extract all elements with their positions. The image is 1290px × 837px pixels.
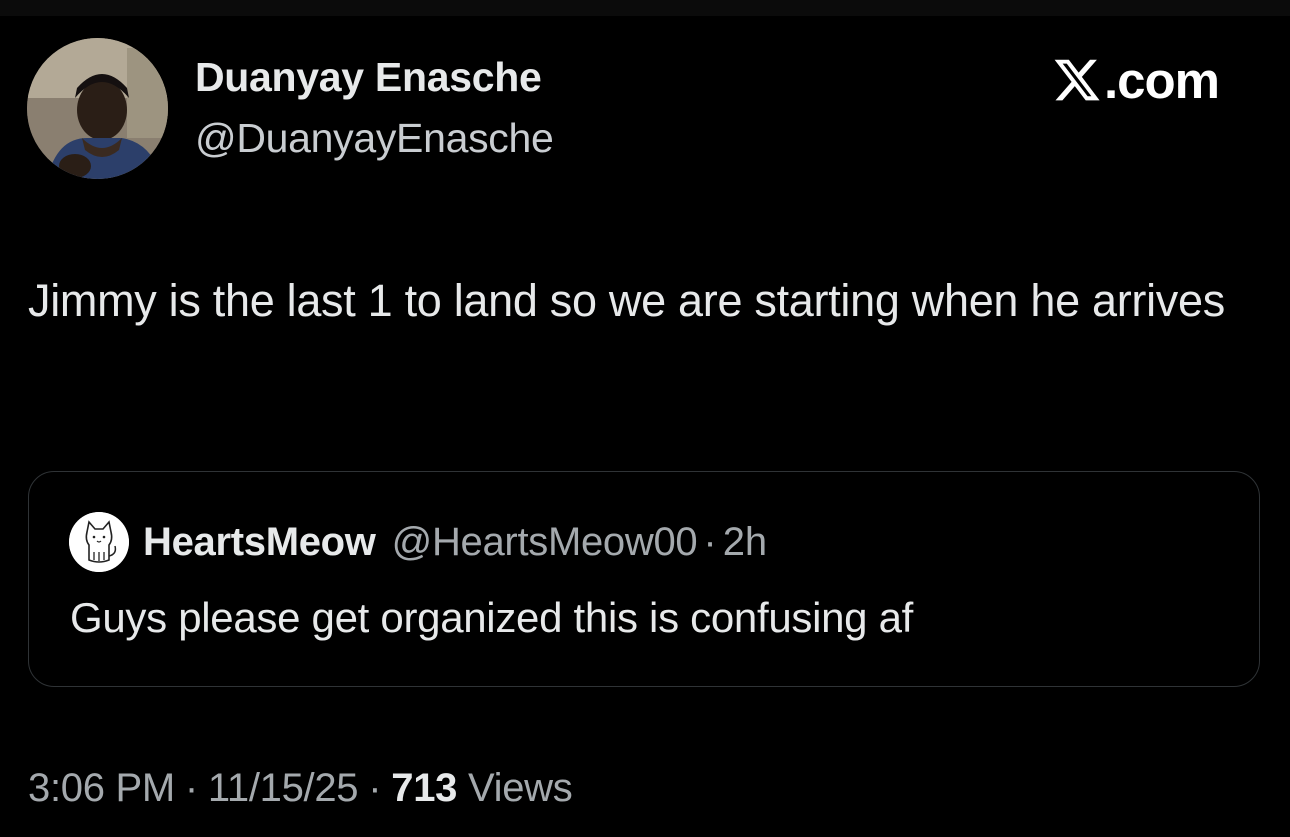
top-status-strip — [0, 0, 1290, 16]
quoted-author-handle[interactable]: @HeartsMeow00 — [392, 520, 698, 565]
tweet-text: Jimmy is the last 1 to land so we are st… — [28, 275, 1225, 326]
author-avatar[interactable] — [27, 38, 168, 179]
views-count: 713 — [391, 766, 458, 810]
brand-watermark: .com — [1052, 50, 1220, 110]
author-handle[interactable]: @DuanyayEnasche — [195, 115, 554, 162]
cat-icon — [69, 512, 129, 572]
author-display-name[interactable]: Duanyay Enasche — [195, 54, 542, 101]
quoted-tweet-text: Guys please get organized this is confus… — [70, 594, 914, 641]
quoted-tweet-header: HeartsMeow @HeartsMeow00 · 2h — [143, 520, 767, 565]
quoted-author-display-name[interactable]: HeartsMeow — [143, 520, 376, 565]
quoted-tweet-card[interactable]: HeartsMeow @HeartsMeow00 · 2h Guys pleas… — [28, 471, 1260, 687]
tweet-meta-row: 3:06 PM · 11/15/25 · 713 Views — [28, 766, 573, 811]
tweet-timestamp-time[interactable]: 3:06 PM — [28, 766, 175, 810]
tweet-timestamp-date[interactable]: 11/15/25 — [208, 766, 359, 810]
quoted-author-avatar[interactable] — [69, 512, 129, 572]
brand-domain-text: .com — [1104, 51, 1220, 109]
x-logo-icon — [1054, 59, 1100, 101]
quoted-header-separator: · — [703, 520, 717, 564]
person-photo-icon — [27, 38, 168, 179]
meta-separator: · — [184, 766, 198, 810]
views-label: Views — [467, 766, 573, 810]
meta-separator: · — [368, 766, 382, 810]
quoted-tweet-time[interactable]: 2h — [723, 520, 768, 565]
